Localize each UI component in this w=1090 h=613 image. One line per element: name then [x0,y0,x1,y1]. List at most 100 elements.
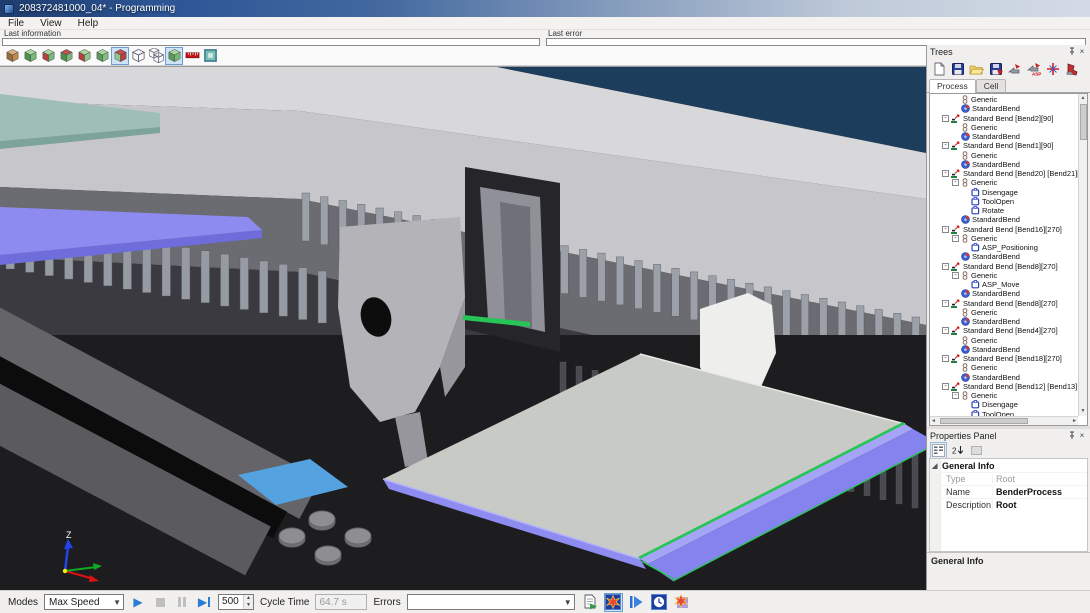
tree-item[interactable]: Generic [930,336,1078,345]
tree-item[interactable]: -Standard Bend [Bend1][90] [930,141,1078,150]
tree-item[interactable]: StandardBend [930,215,1078,224]
tree-expander-icon[interactable]: - [942,300,949,307]
close-icon[interactable]: × [1077,47,1087,57]
view-cube-green-1-button[interactable] [21,47,39,65]
tree-item[interactable]: -Generic [930,234,1078,243]
tree-item[interactable]: ASP_Positioning [930,243,1078,252]
spin-down-icon[interactable]: ▼ [244,602,253,609]
tree-item[interactable]: StandardBend [930,373,1078,382]
tree-item[interactable]: StandardBend [930,317,1078,326]
tree-expander-icon[interactable]: - [952,272,959,279]
save-tool-icon[interactable] [987,60,1004,77]
group-expander-icon[interactable]: ◢ [932,462,942,470]
tab-cell[interactable]: Cell [976,79,1007,92]
tree-expander-icon[interactable]: - [942,383,949,390]
tree-item[interactable]: -Standard Bend [Bend2][90] [930,114,1078,123]
property-value[interactable]: Root [992,500,1087,510]
pin-icon[interactable] [1067,47,1077,57]
viewport-3d[interactable]: Z [0,66,926,590]
property-value[interactable]: Root [992,474,1087,484]
scroll-left-icon[interactable]: ◄ [931,417,936,426]
property-value[interactable]: BenderProcess [992,487,1087,497]
tree-item[interactable]: ToolOpen [930,197,1078,206]
scroll-thumb[interactable] [1080,104,1087,140]
tree-expander-icon[interactable]: - [942,355,949,362]
tree-expander-icon[interactable]: - [942,115,949,122]
scroll-down-icon[interactable]: ▼ [1081,407,1086,416]
pause-button[interactable] [174,594,190,610]
view-cube-red-green-button[interactable] [111,47,129,65]
tree-item[interactable]: Generic [930,123,1078,132]
errors-select[interactable]: ▼ [407,594,575,610]
tree-item[interactable]: -Standard Bend [Bend12] [Bend13] [I [930,382,1078,391]
menu-view[interactable]: View [32,17,70,30]
tree-expander-icon[interactable]: - [952,235,959,242]
view-cube-green-2-button[interactable] [75,47,93,65]
new-document-icon[interactable] [930,60,947,77]
tree-item[interactable]: Rotate [930,206,1078,215]
tree-item[interactable]: StandardBend [930,289,1078,298]
tree-expander-icon[interactable]: - [942,226,949,233]
time-button[interactable] [650,593,669,612]
wireframe-cube-button[interactable] [129,47,147,65]
categorized-icon[interactable] [930,442,947,459]
play-button[interactable]: ▶ [130,594,146,610]
bend-tool-icon[interactable] [1006,60,1023,77]
tree-item[interactable]: -Generic [930,391,1078,400]
menu-file[interactable]: File [0,17,32,30]
tree-vertical-scrollbar[interactable]: ▲ ▼ [1078,94,1087,416]
tree-item[interactable]: -Standard Bend [Bend18][270] [930,354,1078,363]
tree-item[interactable]: StandardBend [930,132,1078,141]
collision-button[interactable] [604,593,623,612]
ruler-button[interactable] [183,47,201,65]
property-group-row[interactable]: ◢ General Info [930,459,1087,472]
tree-item[interactable]: StandardBend [930,160,1078,169]
unload-tool-icon[interactable] [1063,60,1080,77]
asp-tool-icon[interactable]: ASP [1025,60,1042,77]
crosshair-icon[interactable] [1044,60,1061,77]
tree-item[interactable]: Generic [930,151,1078,160]
view-cube-green-3-button[interactable] [93,47,111,65]
tree-expander-icon[interactable]: - [942,327,949,334]
report-button[interactable] [581,593,600,612]
view-cube-tan-button[interactable] [3,47,21,65]
stop-button[interactable] [152,594,168,610]
tree-item[interactable]: Disengage [930,400,1078,409]
measure-box-button[interactable] [201,47,219,65]
step-button[interactable]: ▶ [196,594,212,610]
tree-item[interactable]: Generic [930,363,1078,372]
title-bar[interactable]: 208372481000_04* - Programming [0,0,1090,17]
scroll-right-icon[interactable]: ► [1072,417,1077,426]
scroll-up-icon[interactable]: ▲ [1081,94,1086,103]
view-cube-green-red-2-button[interactable] [57,47,75,65]
tree-expander-icon[interactable]: - [942,170,949,177]
tree-item[interactable]: -Standard Bend [Bend8][270] [930,262,1078,271]
tree-expander-icon[interactable]: - [942,142,949,149]
close-icon[interactable]: × [1077,431,1087,441]
tree-item[interactable]: -Generic [930,178,1078,187]
tree-expander-icon[interactable]: - [952,179,959,186]
solid-cube-green-button[interactable] [165,47,183,65]
tree-expander-icon[interactable]: - [942,263,949,270]
tree-item[interactable]: -Generic [930,271,1078,280]
tree-item[interactable]: -Standard Bend [Bend4][270] [930,326,1078,335]
step-size-spinner[interactable]: 500 ▲▼ [218,594,254,610]
tree-item[interactable]: -Standard Bend [Bend16][270] [930,225,1078,234]
tree-item[interactable]: StandardBend [930,104,1078,113]
tree-item[interactable]: Disengage [930,188,1078,197]
mode-select[interactable]: Max Speed ▼ [44,594,124,610]
save-icon[interactable] [949,60,966,77]
tree-item[interactable]: StandardBend [930,345,1078,354]
wireframe-cube-double-button[interactable] [147,47,165,65]
tree-item[interactable]: StandardBend [930,252,1078,261]
tree-item[interactable]: -Standard Bend [Bend8][270] [930,299,1078,308]
collision-check-button[interactable] [673,593,692,612]
tree-item[interactable]: -Standard Bend [Bend20] [Bend21][2 [930,169,1078,178]
tree-horizontal-scrollbar[interactable]: ◄ ► [930,416,1078,425]
menu-help[interactable]: Help [70,17,107,30]
tab-process[interactable]: Process [929,79,976,93]
pin-icon[interactable] [1067,431,1077,441]
last-information-field[interactable] [2,38,540,46]
scroll-thumb[interactable] [940,418,1028,424]
spin-up-icon[interactable]: ▲ [244,595,253,602]
